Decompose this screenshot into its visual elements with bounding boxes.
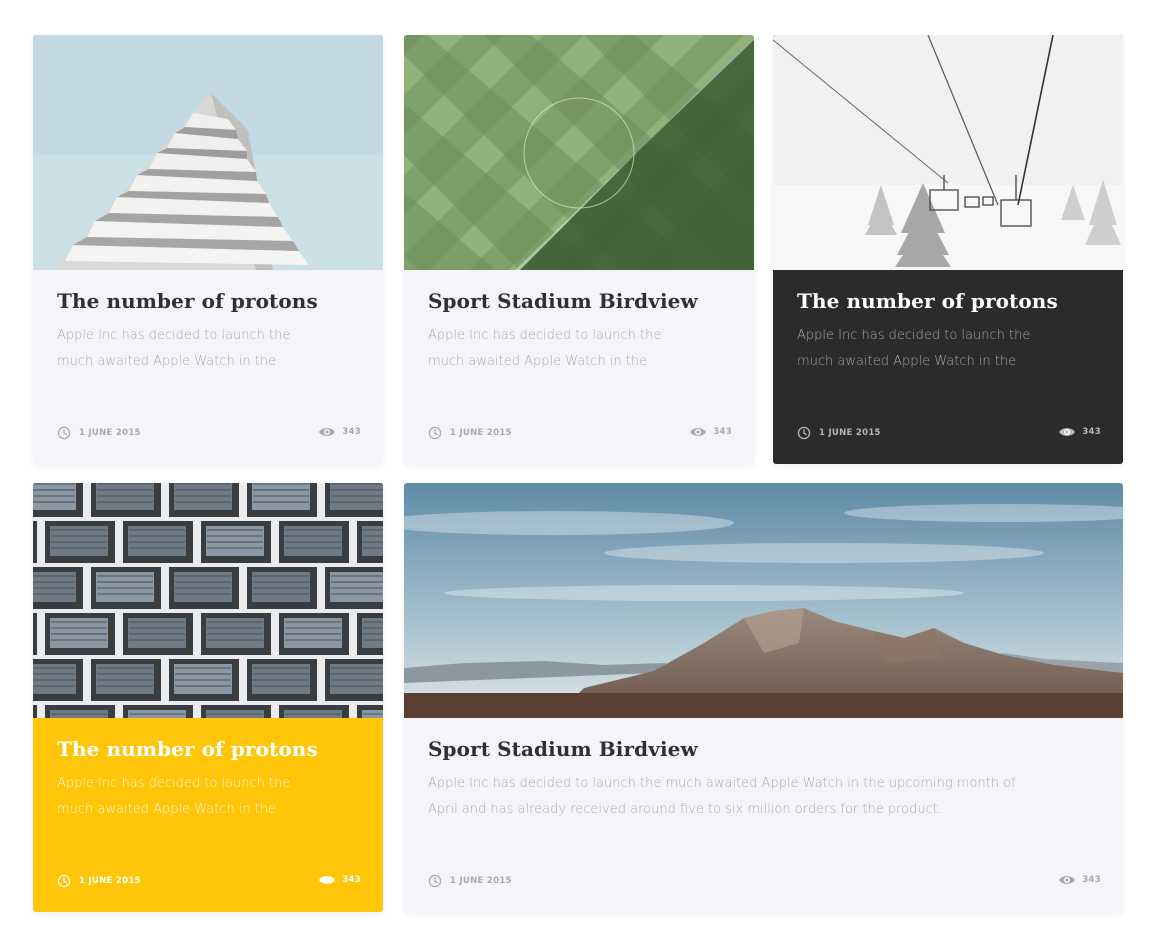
post-card[interactable]: Sport Stadium Birdview Apple Inc has dec… [404,35,754,464]
post-image[interactable] [404,483,1123,718]
post-views: 343 [689,426,732,438]
eye-icon [1058,874,1076,886]
post-title[interactable]: The number of protons [797,289,1058,313]
post-views: 343 [318,426,361,438]
post-views-count: 343 [713,427,732,437]
post-excerpt: Apple Inc has decided to launch the much… [57,328,291,369]
post-date: 1 JUNE 2015 [57,426,141,440]
eye-icon [318,426,336,438]
post-title[interactable]: Sport Stadium Birdview [428,289,698,313]
post-title[interactable]: The number of protons [57,289,318,313]
post-date-text: 1 JUNE 2015 [450,876,512,886]
post-views: 343 [1058,874,1101,886]
post-views-count: 343 [1082,427,1101,437]
post-views-count: 343 [1082,875,1101,885]
post-meta: 1 JUNE 2015 343 [428,426,732,442]
clock-icon [57,426,71,440]
post-image[interactable] [773,35,1123,270]
post-date-text: 1 JUNE 2015 [819,428,881,438]
post-meta: 1 JUNE 2015 343 [57,426,361,442]
clock-icon [57,874,71,888]
post-card[interactable]: The number of protons Apple Inc has deci… [33,35,383,464]
post-date: 1 JUNE 2015 [428,426,512,440]
post-title[interactable]: Sport Stadium Birdview [428,737,698,761]
post-image[interactable] [33,483,383,718]
post-date: 1 JUNE 2015 [797,426,881,440]
post-card[interactable]: Sport Stadium Birdview Apple Inc has dec… [404,483,1123,912]
post-views-count: 343 [342,875,361,885]
post-excerpt: Apple Inc has decided to launch the much… [428,776,1016,817]
clock-icon [428,426,442,440]
post-title[interactable]: The number of protons [57,737,318,761]
post-card[interactable]: The number of protons Apple Inc has deci… [773,35,1123,464]
post-date: 1 JUNE 2015 [428,874,512,888]
eye-icon [689,426,707,438]
post-date-text: 1 JUNE 2015 [79,428,141,438]
post-views: 343 [1058,426,1101,438]
post-excerpt: Apple Inc has decided to launch the much… [797,328,1031,369]
post-image[interactable] [33,35,383,270]
clock-icon [797,426,811,440]
post-meta: 1 JUNE 2015 343 [797,426,1101,442]
post-date-text: 1 JUNE 2015 [450,428,512,438]
eye-icon [1058,426,1076,438]
post-card[interactable]: The number of protons Apple Inc has deci… [33,483,383,912]
post-excerpt: Apple Inc has decided to launch the much… [428,328,662,369]
post-meta: 1 JUNE 2015 343 [57,874,361,890]
post-excerpt: Apple Inc has decided to launch the much… [57,776,291,817]
post-date: 1 JUNE 2015 [57,874,141,888]
post-views-count: 343 [342,427,361,437]
eye-icon [318,874,336,886]
post-image[interactable] [404,35,754,270]
post-date-text: 1 JUNE 2015 [79,876,141,886]
post-meta: 1 JUNE 2015 343 [428,874,1101,890]
post-views: 343 [318,874,361,886]
clock-icon [428,874,442,888]
